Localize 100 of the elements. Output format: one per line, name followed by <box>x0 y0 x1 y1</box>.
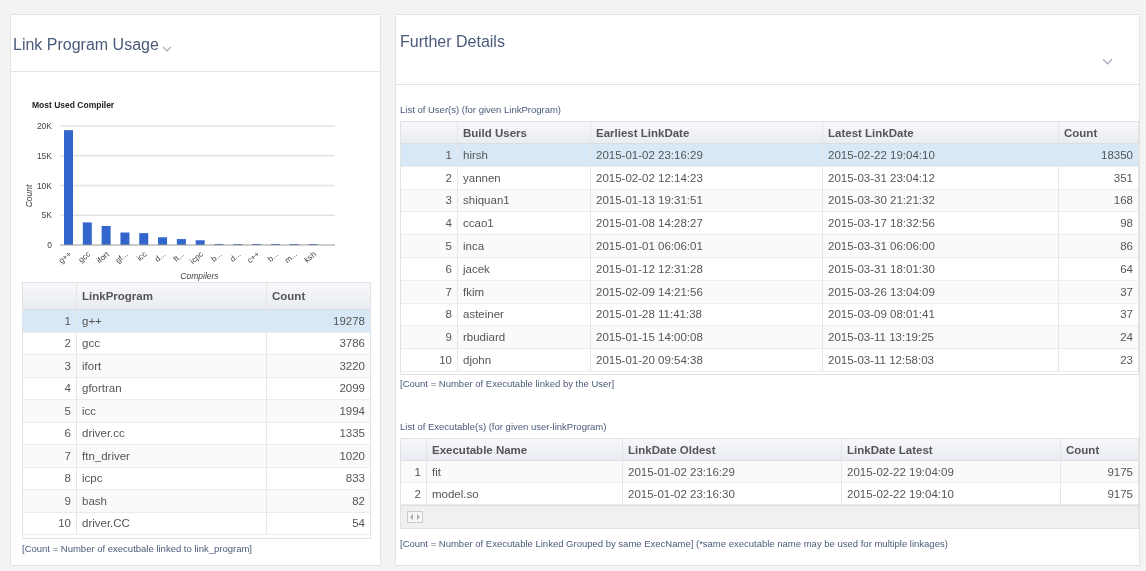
table-cell-text: 24 <box>1119 330 1134 346</box>
table-cell: 2015-01-15 14:00:08 <box>591 326 823 349</box>
table-cell-text: 37 <box>1119 307 1134 323</box>
table-cell: 2015-01-12 12:31:28 <box>591 258 823 280</box>
table-cell: djohn <box>458 349 591 371</box>
row-number: 6 <box>401 258 458 280</box>
row-number: 3 <box>23 355 77 377</box>
table-cell: 2015-01-02 23:16:30 <box>623 483 842 504</box>
table-cell: 2015-02-09 14:21:56 <box>591 280 823 303</box>
footnote: [Count = Number of executbale linked to link_program] <box>22 543 253 554</box>
table-cell: 2015-03-17 18:32:56 <box>823 212 1059 235</box>
table-cell: 2015-03-11 13:19:25 <box>823 326 1059 349</box>
row-number: 9 <box>23 490 77 512</box>
table-cell-text: 18350 <box>1100 147 1134 163</box>
table-cell: 2015-02-22 19:04:09 <box>842 461 1061 482</box>
axis-title: Compilers <box>180 271 219 281</box>
axis-tick-label: c++ <box>245 249 262 266</box>
table-cell: rbudiard <box>458 326 591 349</box>
table-cell: ifort <box>77 355 267 377</box>
table-cell: inca <box>458 235 591 257</box>
chart-title: Most Used Compiler <box>32 100 115 110</box>
table-cell: ftn_driver <box>77 445 267 467</box>
table-cell: gfortran <box>77 377 267 399</box>
table-cell: 2015-03-26 13:04:09 <box>823 280 1059 303</box>
table-cell: fit <box>427 461 623 482</box>
row-number: 1 <box>401 461 427 482</box>
axis-tick-label: 15K <box>36 150 52 161</box>
table-cell: 2015-03-31 06:06:00 <box>823 235 1059 257</box>
axis-tick-label: ksh <box>302 249 318 265</box>
table-cell: ccao1 <box>458 212 591 235</box>
table-cell-text: 86 <box>1119 239 1134 255</box>
row-number: 5 <box>401 235 458 257</box>
table-cell: 2015-01-20 09:54:38 <box>591 349 823 371</box>
table-cell: 2015-01-08 14:28:27 <box>591 212 823 235</box>
row-number: 6 <box>23 422 77 444</box>
table-cell-text: 3786 <box>338 336 366 352</box>
table-cell-text: 1994 <box>338 403 366 419</box>
axis-tick-label: b... <box>209 249 224 264</box>
row-number: 2 <box>23 332 77 354</box>
table-cell: 2015-01-28 11:41:38 <box>591 303 823 326</box>
table-cell-text: 9175 <box>1106 464 1134 480</box>
panel-title: Link Program Usage <box>13 36 159 54</box>
row-number: 9 <box>401 326 458 349</box>
table-cell-text: 64 <box>1119 261 1134 277</box>
table-cell: g++ <box>77 310 267 332</box>
axis-title: Count <box>24 184 34 208</box>
footnote: [Count = Number of Executable linked by the User] <box>400 378 616 389</box>
table-cell: 2015-03-11 12:58:03 <box>823 349 1059 371</box>
axis-tick-label: 5K <box>41 210 52 221</box>
table-caption: List of User(s) (for given LinkProgram) <box>400 104 563 115</box>
table-cell: icpc <box>77 467 267 489</box>
table-cell: asteiner <box>458 303 591 326</box>
table-cell: 2015-01-02 23:16:29 <box>591 144 823 166</box>
table-cell: 2015-01-13 19:31:51 <box>591 189 823 212</box>
table-cell: 2015-01-02 23:16:29 <box>623 461 842 482</box>
row-number: 10 <box>401 349 458 371</box>
row-number: 1 <box>401 144 458 166</box>
table-cell-text: 2099 <box>338 381 366 397</box>
row-number: 8 <box>23 467 77 489</box>
table-cell-text: 37 <box>1119 284 1134 300</box>
axis-tick-label: 0 <box>47 240 52 250</box>
table-caption: List of Executable(s) (for given user-linkProgram) <box>400 421 608 432</box>
axis-tick-label: 10K <box>36 180 52 191</box>
table-cell-text: 23 <box>1119 353 1134 369</box>
table-cell: 2015-02-22 19:04:10 <box>823 144 1059 166</box>
row-number: 4 <box>401 212 458 235</box>
axis-tick-label: gcc <box>76 249 93 265</box>
row-number: 2 <box>401 483 427 504</box>
table-cell: 2015-03-09 08:01:41 <box>823 303 1059 326</box>
table-cell: model.so <box>427 483 623 504</box>
table-cell: 2015-03-30 21:21:32 <box>823 189 1059 212</box>
axis-tick-label: m... <box>283 249 299 266</box>
table-cell-text: 1335 <box>338 426 366 442</box>
table-cell-text: 54 <box>351 516 366 532</box>
table-cell-text: 9175 <box>1106 486 1134 502</box>
axis-tick-label: icpc <box>188 249 205 266</box>
table-cell-text: 1020 <box>338 448 366 464</box>
footnote: [Count = Number of Executable Linked Grouped by same ExecName] (*same executable name may be used for multiple linkages) <box>400 538 949 549</box>
table-cell: shiquan1 <box>458 189 591 212</box>
table-cell-text: 82 <box>351 493 366 509</box>
table-cell: icc <box>77 400 267 422</box>
row-number: 8 <box>401 303 458 326</box>
row-number: 5 <box>23 400 77 422</box>
axis-tick-label: d... <box>228 249 243 264</box>
row-number: 4 <box>23 377 77 399</box>
table-cell: hirsh <box>458 144 591 166</box>
table-cell: jacek <box>458 258 591 280</box>
table-cell: bash <box>77 490 267 512</box>
table-cell-text: 98 <box>1119 216 1134 232</box>
row-number: 10 <box>23 512 77 534</box>
table-cell-text: 168 <box>1112 193 1134 209</box>
axis-tick-label: b... <box>265 249 281 264</box>
table-cell-text: 3220 <box>338 358 366 374</box>
axis-tick-label: gf... <box>113 249 130 266</box>
axis-tick-label: icc <box>135 249 149 263</box>
row-number: 7 <box>401 280 458 303</box>
panel-title: Further Details <box>400 33 505 51</box>
row-number: 2 <box>401 166 458 189</box>
table-cell: gcc <box>77 332 267 354</box>
table-cell-text: 19278 <box>332 313 366 329</box>
